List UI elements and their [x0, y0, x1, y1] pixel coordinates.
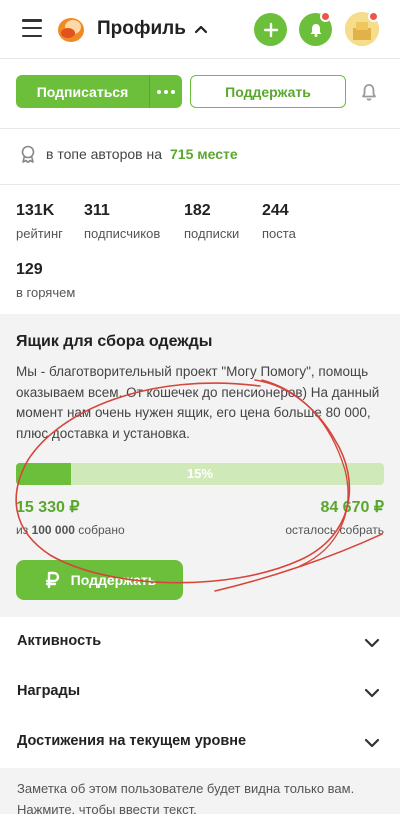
- ruble-icon: [45, 571, 59, 589]
- section-label: Достижения на текущем уровне: [17, 733, 247, 749]
- avatar-badge: [368, 11, 379, 22]
- page-title: Профиль: [97, 18, 186, 39]
- chevron-up-icon: [194, 25, 208, 34]
- subscribe-label: Подписаться: [36, 83, 129, 100]
- goal-amount: 100 000: [31, 523, 75, 537]
- subscribe-button[interactable]: Подписаться: [16, 75, 182, 108]
- stat-posts[interactable]: 244 поста: [262, 202, 296, 241]
- stat-label: поста: [262, 226, 296, 241]
- goal-prefix: из: [16, 523, 29, 537]
- stat-value: 182: [184, 202, 211, 219]
- hamburger-menu-icon[interactable]: [22, 19, 42, 37]
- add-post-button[interactable]: [254, 13, 287, 46]
- note-text: Заметка об этом пользователе будет видна…: [17, 781, 355, 814]
- collected-amount: 15 330 ₽: [16, 499, 80, 516]
- rank-divider: [0, 184, 400, 185]
- stat-hot[interactable]: 129 в горячем: [16, 261, 75, 300]
- chevron-down-icon: [364, 638, 380, 648]
- section-label: Награды: [17, 683, 81, 699]
- profile-title-dropdown[interactable]: Профиль: [97, 18, 208, 40]
- user-note[interactable]: Заметка об этом пользователе будет видна…: [0, 768, 400, 814]
- pikabu-logo-icon[interactable]: [56, 15, 86, 43]
- fundraiser-progress-bar: 15%: [16, 463, 384, 485]
- goal-text: из 100 000 собрано: [16, 523, 125, 537]
- notification-badge: [320, 11, 331, 22]
- stat-label: подписчиков: [84, 226, 161, 241]
- stat-rating: 131K рейтинг: [16, 202, 63, 241]
- author-rank: в топе авторов на 715 месте: [18, 144, 238, 164]
- remaining-label: осталось собрать: [285, 523, 384, 537]
- notifications-button[interactable]: [299, 11, 332, 46]
- actions-divider: [0, 128, 400, 129]
- bell-outline-icon[interactable]: [359, 82, 379, 102]
- support-button[interactable]: Поддержать: [190, 75, 346, 108]
- fundraiser-support-button[interactable]: Поддержать: [16, 560, 183, 600]
- fundraiser-card: Ящик для сбора одежды Мы - благотворител…: [0, 314, 400, 617]
- progress-label: 15%: [186, 466, 214, 481]
- section-achievements[interactable]: Достижения на текущем уровне: [0, 717, 400, 767]
- goal-suffix: собрано: [78, 523, 125, 537]
- fundraiser-description: Мы - благотворительный проект "Могу Помо…: [16, 364, 380, 441]
- stat-label: подписки: [184, 226, 240, 241]
- rank-prefix: в топе авторов на: [46, 146, 162, 162]
- app-header: Профиль: [0, 0, 400, 58]
- stat-value: 311: [84, 202, 110, 219]
- chevron-down-icon: [364, 738, 380, 748]
- stat-label: в горячем: [16, 285, 76, 300]
- stat-subscriptions[interactable]: 182 подписки: [184, 202, 239, 241]
- more-dots-icon[interactable]: [149, 75, 182, 108]
- bell-icon: [310, 23, 321, 37]
- stat-value: 244: [262, 202, 289, 219]
- rank-position[interactable]: 715 месте: [170, 146, 238, 162]
- stat-value: 131K: [16, 202, 55, 219]
- chevron-down-icon: [364, 688, 380, 698]
- section-awards[interactable]: Награды: [0, 667, 400, 717]
- fundraiser-support-label: Поддержать: [70, 572, 157, 588]
- stat-value: 129: [16, 261, 43, 278]
- stat-subscribers[interactable]: 311 подписчиков: [84, 202, 160, 241]
- plus-icon: [263, 22, 278, 37]
- header-divider: [0, 58, 400, 59]
- section-activity[interactable]: Активность: [0, 617, 400, 667]
- section-label: Активность: [17, 633, 102, 649]
- remaining-amount: 84 670 ₽: [320, 499, 384, 516]
- medal-icon: [21, 145, 35, 164]
- stat-label: рейтинг: [16, 226, 63, 241]
- fundraiser-title: Ящик для сбора одежды: [16, 333, 213, 350]
